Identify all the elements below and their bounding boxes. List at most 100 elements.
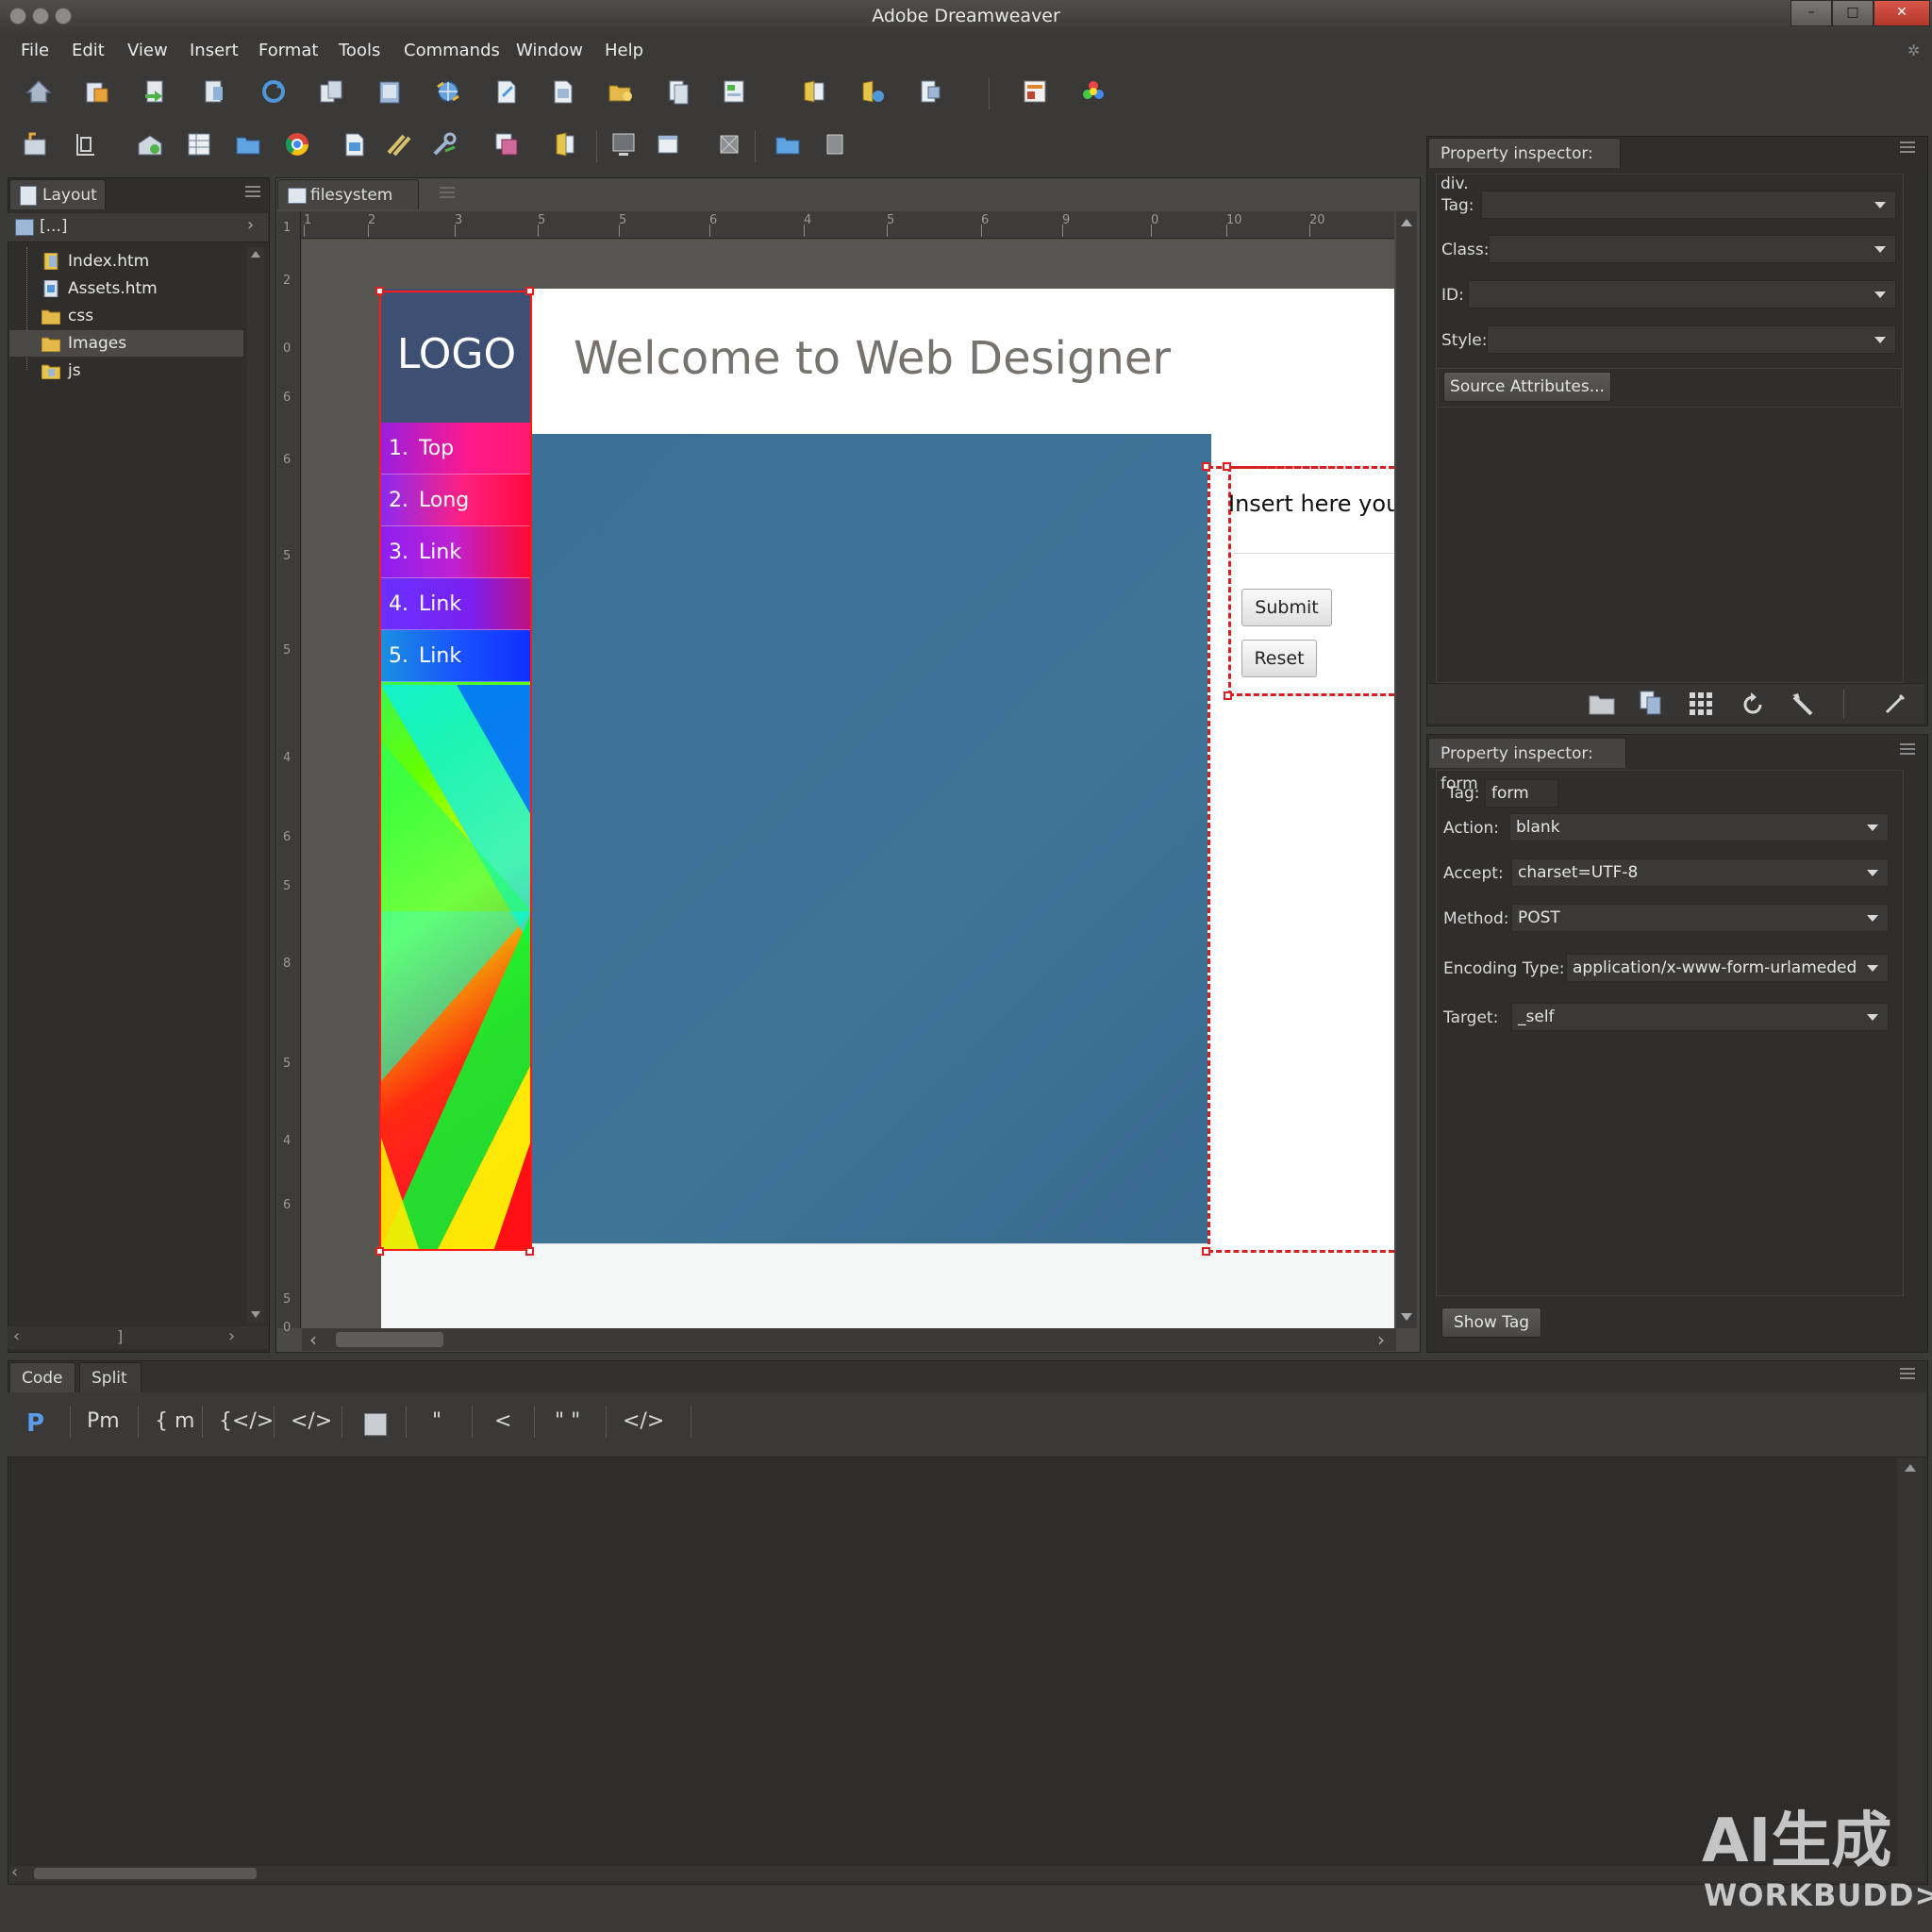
report-icon[interactable] [1021,77,1049,106]
scroll-down-icon[interactable] [251,1311,260,1318]
menu-window[interactable]: Window [516,41,583,60]
menu-view[interactable]: View [127,41,168,60]
frame-icon[interactable] [715,130,743,158]
folder-icon[interactable] [774,130,802,158]
copy-icon[interactable] [1638,690,1664,716]
get-files-icon[interactable] [142,77,170,106]
form-placeholder-text[interactable]: Insert here your [1228,491,1394,517]
tools-icon[interactable] [385,130,413,158]
tree-item-js[interactable]: js [9,358,243,384]
tab-pi-div[interactable]: Property inspector: div. [1428,138,1621,193]
home-icon[interactable] [25,77,53,106]
method-select[interactable]: POST [1511,904,1889,932]
wrap-tag-tool[interactable]: {</> [219,1409,274,1433]
site-files-icon[interactable] [83,77,111,106]
close-tag-tool[interactable]: </> [291,1409,332,1433]
tab-pi-form[interactable]: Property inspector: form [1428,738,1626,793]
tab-split[interactable]: Split [79,1362,142,1392]
document-export-icon[interactable] [340,130,368,158]
id-select[interactable] [1468,280,1896,308]
source-attributes-button[interactable]: Source Attributes... [1443,372,1611,402]
logo-block[interactable]: LOGO [381,289,532,423]
color-palette-icon[interactable] [1079,77,1108,106]
menu-file[interactable]: File [21,41,49,60]
tree-item-assets[interactable]: Assets.htm [9,275,243,302]
nav-item-link-4[interactable]: 4. Link [381,578,530,630]
page-heading[interactable]: Welcome to Web Designer [574,332,1171,385]
class-select[interactable] [1489,235,1896,263]
encoding-select[interactable]: application/x-www-form-urlameded [1566,954,1889,982]
pencil-icon[interactable] [1883,691,1907,716]
put-files-icon[interactable] [200,77,228,106]
globe-icon[interactable] [434,77,462,106]
insert-image-icon[interactable] [136,130,164,158]
tag-select[interactable] [1481,191,1896,219]
snippets-icon[interactable] [917,77,945,106]
menu-format[interactable]: Format [258,41,318,60]
resize-handle[interactable] [525,1247,534,1256]
resize-handle[interactable] [1202,1247,1210,1256]
files-vscrollbar[interactable] [247,247,264,1323]
resize-handle[interactable] [375,1247,384,1256]
end-tag-tool[interactable]: </> [623,1409,664,1433]
folder-icon[interactable] [234,130,262,158]
nav-item-top[interactable]: 1. Top [381,423,530,475]
insert-div-icon[interactable] [21,130,49,158]
wrench-icon[interactable] [430,130,458,158]
brace-tool[interactable]: { m [155,1409,194,1433]
scroll-left-icon[interactable]: ‹ [309,1328,317,1351]
scroll-left-icon[interactable]: ‹ [13,1326,20,1346]
document-hscrollbar[interactable]: ‹ › [302,1328,1396,1351]
refresh-icon[interactable] [1740,691,1766,718]
nav-item-link-5[interactable]: 5. Link [381,630,530,682]
window-layout-icon[interactable] [655,130,683,158]
window-layout-icon[interactable] [364,1413,387,1436]
tab-code[interactable]: Code [9,1362,75,1392]
library-icon[interactable] [800,77,828,106]
resize-handle[interactable] [1224,691,1232,700]
nav-item-link-3[interactable]: 3. Link [381,526,530,578]
menu-insert[interactable]: Insert [190,41,239,60]
folder-open-icon[interactable] [607,77,635,106]
scroll-thumb[interactable] [336,1332,443,1347]
insert-grid-icon[interactable] [185,130,213,158]
accept-select[interactable]: charset=UTF-8 [1511,858,1889,887]
paragraph-tool[interactable]: P [26,1409,44,1438]
code-vscrollbar[interactable] [1898,1458,1923,1866]
resize-handle[interactable] [1223,462,1231,471]
widget-icon[interactable] [492,130,521,158]
document-vscrollbar[interactable] [1396,211,1417,1328]
assets-icon[interactable] [858,77,887,106]
form-tag-field[interactable]: form [1485,779,1558,808]
reset-button[interactable]: Reset [1241,640,1317,677]
new-document-icon[interactable] [491,77,520,106]
preformatted-tool[interactable]: Pm [87,1409,120,1433]
scroll-down-icon[interactable] [1401,1313,1412,1321]
scroll-left-icon[interactable]: ‹ [11,1862,18,1882]
scroll-right-icon[interactable]: › [1377,1328,1385,1351]
code-hscrollbar[interactable]: ‹ [9,1862,1924,1882]
submit-button[interactable]: Submit [1241,589,1332,626]
panel-menu-icon[interactable] [1900,1368,1915,1379]
open-document-icon[interactable] [548,77,576,106]
code-editor[interactable] [9,1458,1896,1866]
style-select[interactable] [1487,325,1896,354]
double-quote-tool[interactable]: " " [555,1409,580,1433]
close-button[interactable]: ✕ [1874,0,1930,26]
panel-menu-icon[interactable] [245,186,260,197]
tree-item-css[interactable]: css [9,303,243,329]
less-than-tool[interactable]: < [494,1409,511,1433]
scroll-thumb-mark[interactable]: ] [117,1327,123,1345]
menu-commands[interactable]: Commands [404,41,500,60]
sync-icon[interactable] [317,77,345,106]
panel-menu-icon[interactable] [440,187,455,198]
tree-item-images[interactable]: Images [9,330,243,357]
layout-icon[interactable] [721,77,749,106]
action-select[interactable]: blank [1509,813,1889,841]
maximize-button[interactable]: □ [1832,0,1874,26]
scroll-up-icon[interactable] [1905,1464,1916,1472]
menu-edit[interactable]: Edit [72,41,105,60]
tree-item-index[interactable]: Index.htm [9,248,243,275]
chevron-right-icon[interactable]: › [247,215,254,235]
sidebar[interactable]: LOGO 1. Top 2. Long 3. Link 4. Link 5. L… [381,289,532,1249]
